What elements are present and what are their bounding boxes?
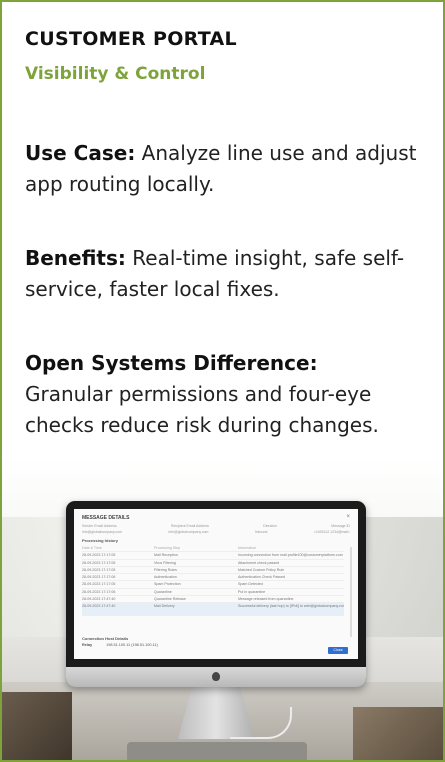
table-cell: Successful delivery (last hop) to [IPv6]… (238, 604, 344, 609)
info-cell: <1625112.1234@mail> (313, 530, 350, 534)
desk-object-left (2, 692, 72, 760)
close-button[interactable]: Close (328, 647, 348, 654)
table-cell: 28-09-2023 17:17:05 (82, 553, 116, 558)
monitor-screen: MESSAGE DETAILS × Sender Email Address R… (74, 509, 358, 659)
processing-table: Date & Time Processing Step Information … (82, 545, 344, 617)
info-cell: info@globalcompany.com (82, 530, 123, 534)
card-subheading: Visibility & Control (25, 64, 206, 84)
monitor-photo: MESSAGE DETAILS × Sender Email Address R… (2, 457, 443, 760)
relay-label: Relay (82, 643, 93, 647)
table-cell: Filtering Rules (154, 567, 177, 572)
header-cell: Processing Step (154, 546, 181, 550)
difference-paragraph: Open Systems Difference: Granular permiss… (25, 348, 425, 441)
table-cell: 28-09-2023 17:17:06 (82, 575, 116, 580)
table-cell: 28-09-2023 17:17:05 (82, 560, 116, 565)
table-cell: Authentication (154, 575, 177, 580)
relay-row: Relay 198.51.100.11 (198.51.100.11) (82, 643, 158, 647)
table-cell: Put in quarantine (238, 589, 266, 594)
table-row[interactable]: 28-09-2023 17:17:05 Spam Protection Spam D… (82, 581, 344, 589)
table-cell: 28-09-2023 17:17:05 (82, 582, 116, 587)
difference-label: Open Systems Difference: (25, 351, 318, 375)
benefits-paragraph: Benefits: Real-time insight, safe self-s… (25, 243, 425, 305)
desk-object-right (353, 707, 443, 760)
table-cell: Virus Filtering (154, 560, 176, 565)
info-cell: Inbound (254, 530, 268, 534)
relay-value: 198.51.100.11 (198.51.100.11) (106, 643, 158, 647)
table-cell: Quarantine (154, 589, 172, 594)
table-cell: Incoming connection from mail.profile100… (238, 553, 343, 558)
monitor: MESSAGE DETAILS × Sender Email Address R… (66, 501, 366, 687)
table-cell: 28-09-2023 17:17:05 (82, 567, 116, 572)
table-cell: Attachment check passed (238, 560, 280, 565)
table-cell: Spam Detected (238, 582, 263, 587)
use-case-paragraph: Use Case: Analyze line use and adjust ap… (25, 138, 425, 200)
table-cell: Quarantine Release (154, 597, 186, 602)
screen-scrollbar[interactable] (350, 547, 352, 637)
table-row[interactable]: 28-09-2023 17:17:06 Quarantine Put in quar… (82, 589, 344, 597)
apple-logo-icon (212, 672, 220, 681)
connection-details-title: Connection Host Details (82, 636, 129, 641)
table-cell: Mail Reception (154, 553, 178, 558)
card-heading: CUSTOMER PORTAL (25, 28, 237, 50)
screen-close-icon[interactable]: × (346, 514, 350, 520)
table-cell: 28-09-2023 17:47:40 (82, 597, 116, 602)
use-case-label: Use Case: (25, 141, 136, 165)
table-cell: Message released from quarantine (238, 597, 294, 602)
table-row[interactable]: 28-09-2023 17:17:05 Filtering Rules Matche… (82, 567, 344, 575)
table-cell: Spam Protection (154, 582, 181, 587)
table-row[interactable]: 28-09-2023 17:47:40 Mail Delivery Successf… (82, 603, 344, 617)
info-cell: info@globalcompany.com (168, 530, 209, 534)
table-cell: Authentication Check Passed (238, 575, 285, 580)
card-text: CUSTOMER PORTAL Visibility & Control Use… (25, 28, 425, 437)
benefits-label: Benefits: (25, 246, 126, 270)
keyboard (127, 742, 307, 760)
table-row[interactable]: 28-09-2023 17:17:05 Mail Reception Incomin… (82, 552, 344, 560)
screen-info: Sender Email Address Recipient Email Add… (82, 523, 350, 535)
table-cell: Mail Delivery (154, 604, 175, 609)
header-cell: Information (238, 546, 256, 550)
processing-history-title: Processing history (82, 538, 119, 543)
difference-text: Granular permissions and four-eye checks… (25, 382, 379, 437)
screen-info-row: info@globalcompany.com info@globalcompan… (82, 529, 350, 535)
table-row[interactable]: 28-09-2023 17:17:06 Authentication Authent… (82, 574, 344, 582)
table-cell: 28-09-2023 17:47:40 (82, 604, 116, 609)
customer-portal-card: CUSTOMER PORTAL Visibility & Control Use… (0, 0, 445, 762)
table-cell: 28-09-2023 17:17:06 (82, 589, 116, 594)
table-row[interactable]: 28-09-2023 17:17:05 Virus Filtering Attach… (82, 560, 344, 567)
table-header: Date & Time Processing Step Information (82, 545, 344, 553)
screen-title: MESSAGE DETAILS (82, 515, 130, 521)
table-row[interactable]: 28-09-2023 17:47:40 Quarantine Release Mes… (82, 596, 344, 604)
table-cell: Matched Custom Policy Rule (238, 567, 285, 572)
header-cell: Date & Time (82, 546, 102, 550)
